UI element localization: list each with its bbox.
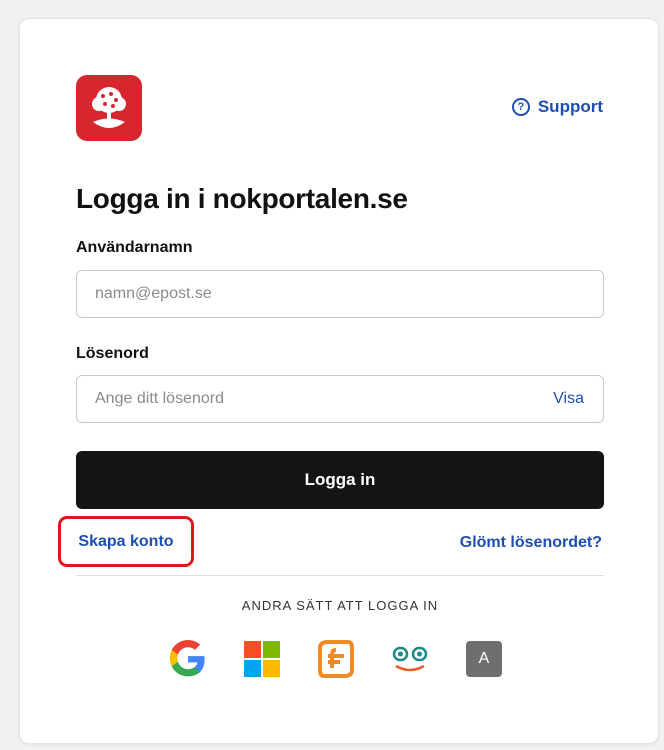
forgot-password-link[interactable]: Glömt lösenordet? (460, 534, 602, 552)
login-button[interactable]: Logga in (76, 451, 604, 509)
divider (76, 575, 604, 576)
login-card: ? Support Logga in i nokportalen.se Anvä… (19, 18, 659, 744)
create-account-highlight: Skapa konto (58, 516, 194, 567)
feide-icon[interactable] (316, 639, 356, 679)
support-link[interactable]: ? Support (511, 97, 603, 117)
password-input[interactable] (76, 375, 604, 423)
page-title: Logga in i nokportalen.se (76, 183, 408, 214)
a-letter: A (466, 641, 502, 677)
username-input[interactable] (76, 270, 604, 318)
eye-logo-icon[interactable] (390, 639, 430, 679)
google-icon[interactable] (168, 639, 208, 679)
show-password-toggle[interactable]: Visa (553, 390, 584, 408)
help-circle-icon: ? (511, 98, 530, 116)
create-account-link[interactable]: Skapa konto (78, 533, 173, 551)
other-login-heading: ANDRA SÄTT ATT LOGGA IN (241, 598, 439, 613)
app-logo-icon (76, 75, 142, 141)
microsoft-icon[interactable] (242, 639, 282, 679)
password-label: Lösenord (76, 345, 149, 362)
a-icon[interactable]: A (464, 639, 504, 679)
username-label: Användarnamn (76, 239, 193, 256)
support-label: Support (537, 97, 603, 116)
login-providers: A (168, 639, 504, 679)
